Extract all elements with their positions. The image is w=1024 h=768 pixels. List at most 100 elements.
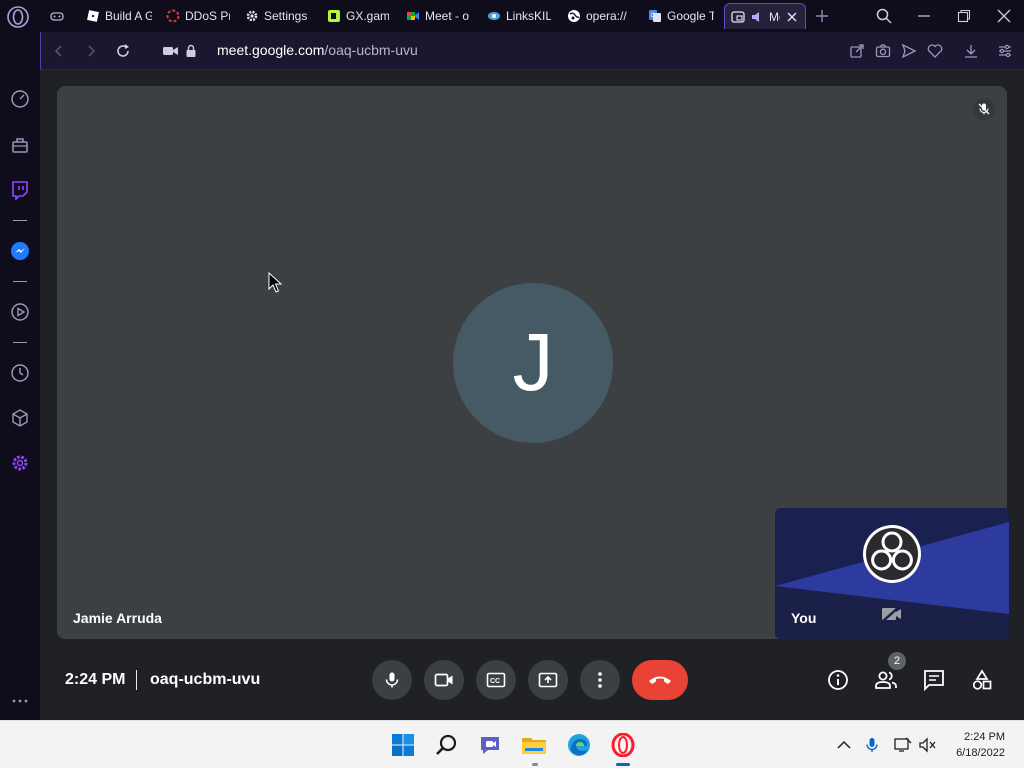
plus-icon (816, 10, 828, 22)
start-button[interactable] (389, 731, 417, 759)
speed-dial-button[interactable] (9, 88, 31, 110)
tab-meet-active[interactable]: Me (724, 3, 806, 29)
microphone-icon (866, 738, 878, 752)
tab-title: Me (769, 9, 780, 24)
share-icon (850, 44, 864, 58)
tab-google-translate[interactable]: G Google T (648, 3, 714, 29)
easy-setup-button[interactable] (995, 41, 1015, 61)
teams-chat-icon (481, 737, 499, 754)
active-app-indicator (616, 763, 630, 766)
extensions-button[interactable] (9, 407, 31, 429)
share-button[interactable] (847, 41, 867, 61)
tab-title: opera:// (586, 9, 627, 23)
chat-button[interactable] (916, 662, 952, 698)
more-button[interactable] (9, 690, 31, 712)
volume-tray-button[interactable] (918, 735, 938, 755)
tab-build-a[interactable]: Build A G (86, 3, 152, 29)
restore-icon (957, 9, 971, 23)
search-button[interactable] (433, 731, 461, 759)
sidebar-divider (13, 220, 27, 221)
leave-call-button[interactable] (632, 660, 688, 700)
tab-meet[interactable]: Meet - o (406, 3, 470, 29)
globe-icon (567, 9, 581, 23)
tab-gamepad[interactable] (50, 3, 64, 29)
tab-search-button[interactable] (872, 4, 896, 28)
system-date: 6/18/2022 (956, 747, 1005, 759)
edge-button[interactable] (565, 731, 593, 759)
present-screen-button[interactable] (528, 660, 568, 700)
folder-icon (522, 738, 546, 754)
settings-button[interactable] (9, 452, 31, 474)
activities-button[interactable] (964, 662, 1000, 698)
new-tab-button[interactable] (810, 4, 834, 28)
tab-opera-internal[interactable]: opera:// (567, 3, 633, 29)
tab-preview-icon (731, 10, 745, 24)
messenger-button[interactable] (9, 240, 31, 262)
camera-icon (875, 44, 891, 58)
camera-in-use-indicator[interactable] (161, 41, 181, 61)
close-icon (997, 9, 1011, 23)
restore-button[interactable] (952, 4, 976, 28)
microphone-button[interactable] (372, 660, 412, 700)
tab-title: GX.game (346, 9, 389, 23)
forward-button[interactable] (81, 41, 101, 61)
file-explorer-button[interactable] (520, 731, 548, 759)
chat-app-button[interactable] (476, 731, 504, 759)
bag-icon (12, 138, 28, 153)
mic-off-icon (978, 103, 990, 115)
camera-button[interactable] (424, 660, 464, 700)
send-button[interactable] (899, 41, 919, 61)
reload-button[interactable] (113, 41, 133, 61)
microphone-tray-button[interactable] (862, 735, 882, 755)
tab-settings[interactable]: Settings (245, 3, 315, 29)
gx-corner-button[interactable] (9, 134, 31, 156)
roblox-icon (86, 9, 100, 23)
opera-logo-icon[interactable] (6, 5, 30, 29)
bookmark-button[interactable] (925, 41, 945, 61)
obs-logo-icon (863, 525, 921, 583)
history-button[interactable] (9, 362, 31, 384)
activities-shapes-icon (972, 669, 992, 690)
gamepad-icon (50, 9, 64, 23)
opera-gx-button[interactable] (609, 731, 637, 759)
self-view-label: You (791, 610, 817, 626)
opera-icon (611, 733, 635, 757)
twitch-button[interactable] (9, 179, 31, 201)
close-tab-icon[interactable] (785, 10, 799, 24)
close-window-button[interactable] (992, 4, 1016, 28)
links-icon (487, 9, 501, 23)
system-clock[interactable]: 2:24 PM 6/18/2022 (956, 729, 1005, 761)
microphone-icon (385, 672, 399, 688)
tab-title: Settings (264, 9, 308, 23)
tab-gx-games[interactable]: GX.game (327, 3, 389, 29)
snapshot-button[interactable] (873, 41, 893, 61)
captions-button[interactable]: CC (476, 660, 516, 700)
speaker-icon[interactable] (750, 10, 764, 24)
url-field[interactable]: meet.google.com/oaq-ucbm-uvu (217, 42, 418, 58)
meeting-details-button[interactable] (820, 662, 856, 698)
chat-icon (924, 670, 944, 691)
participant-tile[interactable]: J Jamie Arruda You (57, 86, 1009, 639)
back-button[interactable] (49, 41, 69, 61)
downloads-button[interactable] (961, 41, 981, 61)
player-button[interactable] (9, 301, 31, 323)
play-circle-icon (11, 303, 29, 321)
self-view-tile[interactable]: You (775, 508, 1009, 639)
running-indicator (532, 763, 538, 766)
system-time: 2:24 PM (964, 731, 1005, 743)
network-tray-button[interactable] (893, 735, 913, 755)
url-path: /oaq-ucbm-uvu (324, 42, 418, 58)
participant-avatar: J (453, 283, 613, 443)
minimize-button[interactable] (912, 4, 936, 28)
settings-sliders-icon (999, 44, 1011, 58)
camera-off-icon (881, 605, 901, 623)
info-icon (828, 670, 848, 690)
show-hidden-icons-button[interactable] (834, 735, 854, 755)
secure-lock-indicator[interactable] (181, 41, 201, 61)
tab-ddos[interactable]: DDoS Pr (166, 3, 230, 29)
volume-muted-icon (919, 737, 936, 753)
more-options-button[interactable] (580, 660, 620, 700)
tab-bar: Build A G DDoS Pr Settings GX.game Meet (0, 0, 1024, 32)
gx-icon (327, 9, 341, 23)
tab-linkskill[interactable]: LinksKILL (487, 3, 551, 29)
